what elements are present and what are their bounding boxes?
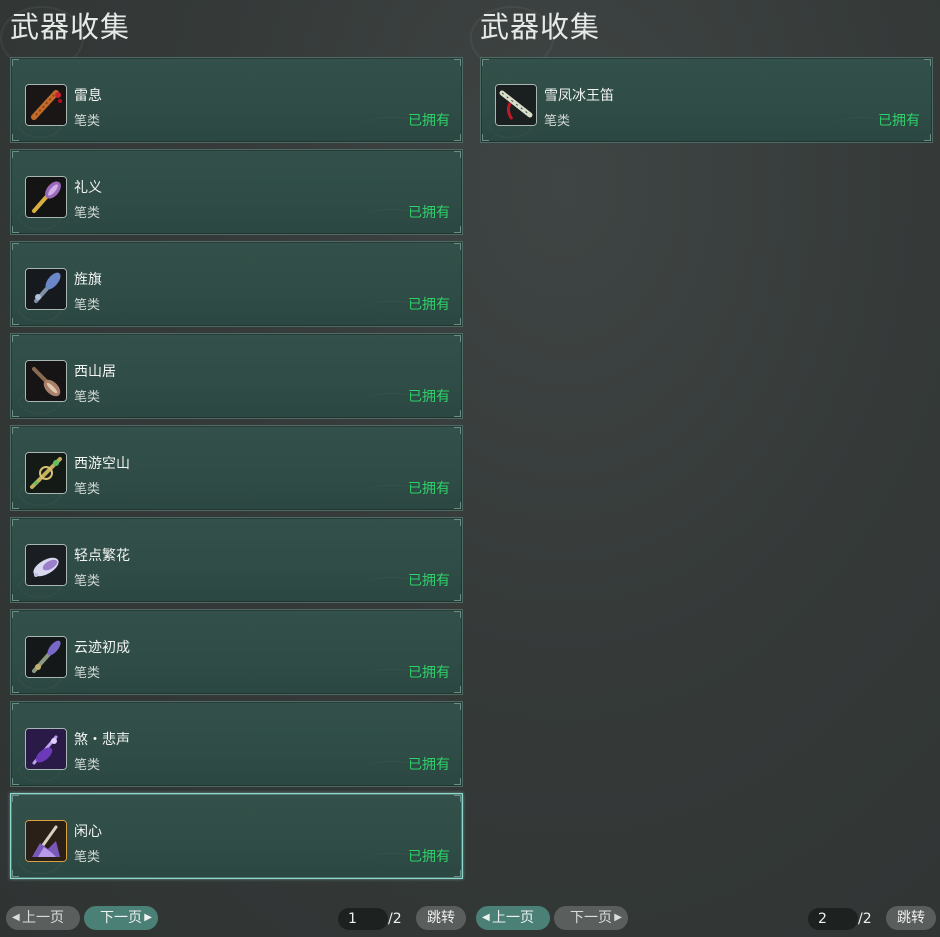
- weapon-card-yunjichucheng[interactable]: 云迹初成 笔类 已拥有: [10, 609, 463, 695]
- jump-button[interactable]: 跳转: [416, 906, 466, 930]
- weapon-category: 笔类: [74, 574, 101, 589]
- weapon-collection-panel-right: 武器收集 雪凤冰王笛 笔类 已拥有 ◀ 上一页 下一页 ▶ 2 /2 跳转: [470, 0, 940, 937]
- weapon-category: 笔类: [74, 482, 101, 497]
- weapon-name: 闲心: [74, 824, 102, 840]
- brush-weapon-crystal-icon: [25, 820, 67, 862]
- owned-status: 已拥有: [408, 113, 450, 129]
- owned-status: 已拥有: [408, 757, 450, 773]
- weapon-card-xishanju[interactable]: 西山居 笔类 已拥有: [10, 333, 463, 419]
- weapon-category: 笔类: [74, 758, 101, 773]
- weapon-name: 轻点繁花: [74, 548, 130, 564]
- chevron-left-icon: ◀: [12, 912, 20, 923]
- brush-weapon-green-icon: [25, 452, 67, 494]
- brush-weapon-blue-icon: [25, 268, 67, 310]
- weapon-card-sha-beisheng[interactable]: 煞・悲声 笔类 已拥有: [10, 701, 463, 787]
- prev-page-button[interactable]: ◀ 上一页: [6, 906, 80, 930]
- panel-title: 武器收集: [480, 10, 601, 44]
- weapon-collection-panel-left: 武器收集 雷息 笔类 已拥有 礼义 笔类 已拥有 旌旗 笔类 已拥有 西山居 笔…: [0, 0, 470, 937]
- jump-button[interactable]: 跳转: [886, 906, 936, 930]
- weapon-category: 笔类: [74, 390, 101, 405]
- owned-status: 已拥有: [408, 297, 450, 313]
- weapon-card-jingqi[interactable]: 旌旗 笔类 已拥有: [10, 241, 463, 327]
- owned-status: 已拥有: [408, 849, 450, 865]
- panel-title: 武器收集: [10, 10, 131, 44]
- chevron-right-icon: ▶: [144, 912, 152, 923]
- weapon-card-liyi[interactable]: 礼义 笔类 已拥有: [10, 149, 463, 235]
- next-page-button[interactable]: 下一页 ▶: [84, 906, 158, 930]
- weapon-name: 雪凤冰王笛: [544, 88, 614, 104]
- weapon-card-leixi[interactable]: 雷息 笔类 已拥有: [10, 57, 463, 143]
- owned-status: 已拥有: [408, 205, 450, 221]
- owned-status: 已拥有: [408, 573, 450, 589]
- chevron-right-icon: ▶: [614, 912, 622, 923]
- weapon-card-xianxin[interactable]: 闲心 笔类 已拥有: [10, 793, 463, 879]
- weapon-name: 雷息: [74, 88, 102, 104]
- owned-status: 已拥有: [408, 665, 450, 681]
- next-page-button[interactable]: 下一页 ▶: [554, 906, 628, 930]
- weapon-category: 笔类: [74, 850, 101, 865]
- weapon-name: 旌旗: [74, 272, 102, 288]
- brush-weapon-violet-icon: [25, 728, 67, 770]
- owned-status: 已拥有: [408, 481, 450, 497]
- weapon-card-xuefengbingwangdi[interactable]: 雪凤冰王笛 笔类 已拥有: [480, 57, 933, 143]
- weapon-name: 礼义: [74, 180, 102, 196]
- page-number-input[interactable]: 2: [808, 908, 858, 930]
- weapon-name: 西山居: [74, 364, 116, 380]
- brush-weapon-brown-icon: [25, 360, 67, 402]
- brush-weapon-white-icon: [25, 544, 67, 586]
- weapon-category: 笔类: [74, 666, 101, 681]
- weapon-category: 笔类: [544, 114, 571, 129]
- weapon-name: 煞・悲声: [74, 732, 130, 748]
- pagination-bar: ◀ 上一页 下一页 ▶ 1 /2 跳转: [0, 906, 470, 930]
- weapon-category: 笔类: [74, 298, 101, 313]
- weapon-name: 云迹初成: [74, 640, 130, 656]
- chevron-left-icon: ◀: [482, 912, 490, 923]
- weapon-category: 笔类: [74, 206, 101, 221]
- page-total: /2: [858, 911, 872, 927]
- page-number-input[interactable]: 1: [338, 908, 388, 930]
- owned-status: 已拥有: [878, 113, 920, 129]
- flute-weapon-icon: [495, 84, 537, 126]
- pagination-bar: ◀ 上一页 下一页 ▶ 2 /2 跳转: [470, 906, 940, 930]
- brush-weapon-cloud-icon: [25, 636, 67, 678]
- brush-weapon-purple-icon: [25, 176, 67, 218]
- brush-weapon-red-icon: [25, 84, 67, 126]
- prev-page-button[interactable]: ◀ 上一页: [476, 906, 550, 930]
- weapon-category: 笔类: [74, 114, 101, 129]
- page-total: /2: [388, 911, 402, 927]
- owned-status: 已拥有: [408, 389, 450, 405]
- weapon-name: 西游空山: [74, 456, 130, 472]
- weapon-card-xiyoukongshan[interactable]: 西游空山 笔类 已拥有: [10, 425, 463, 511]
- weapon-card-qingdianfanhua[interactable]: 轻点繁花 笔类 已拥有: [10, 517, 463, 603]
